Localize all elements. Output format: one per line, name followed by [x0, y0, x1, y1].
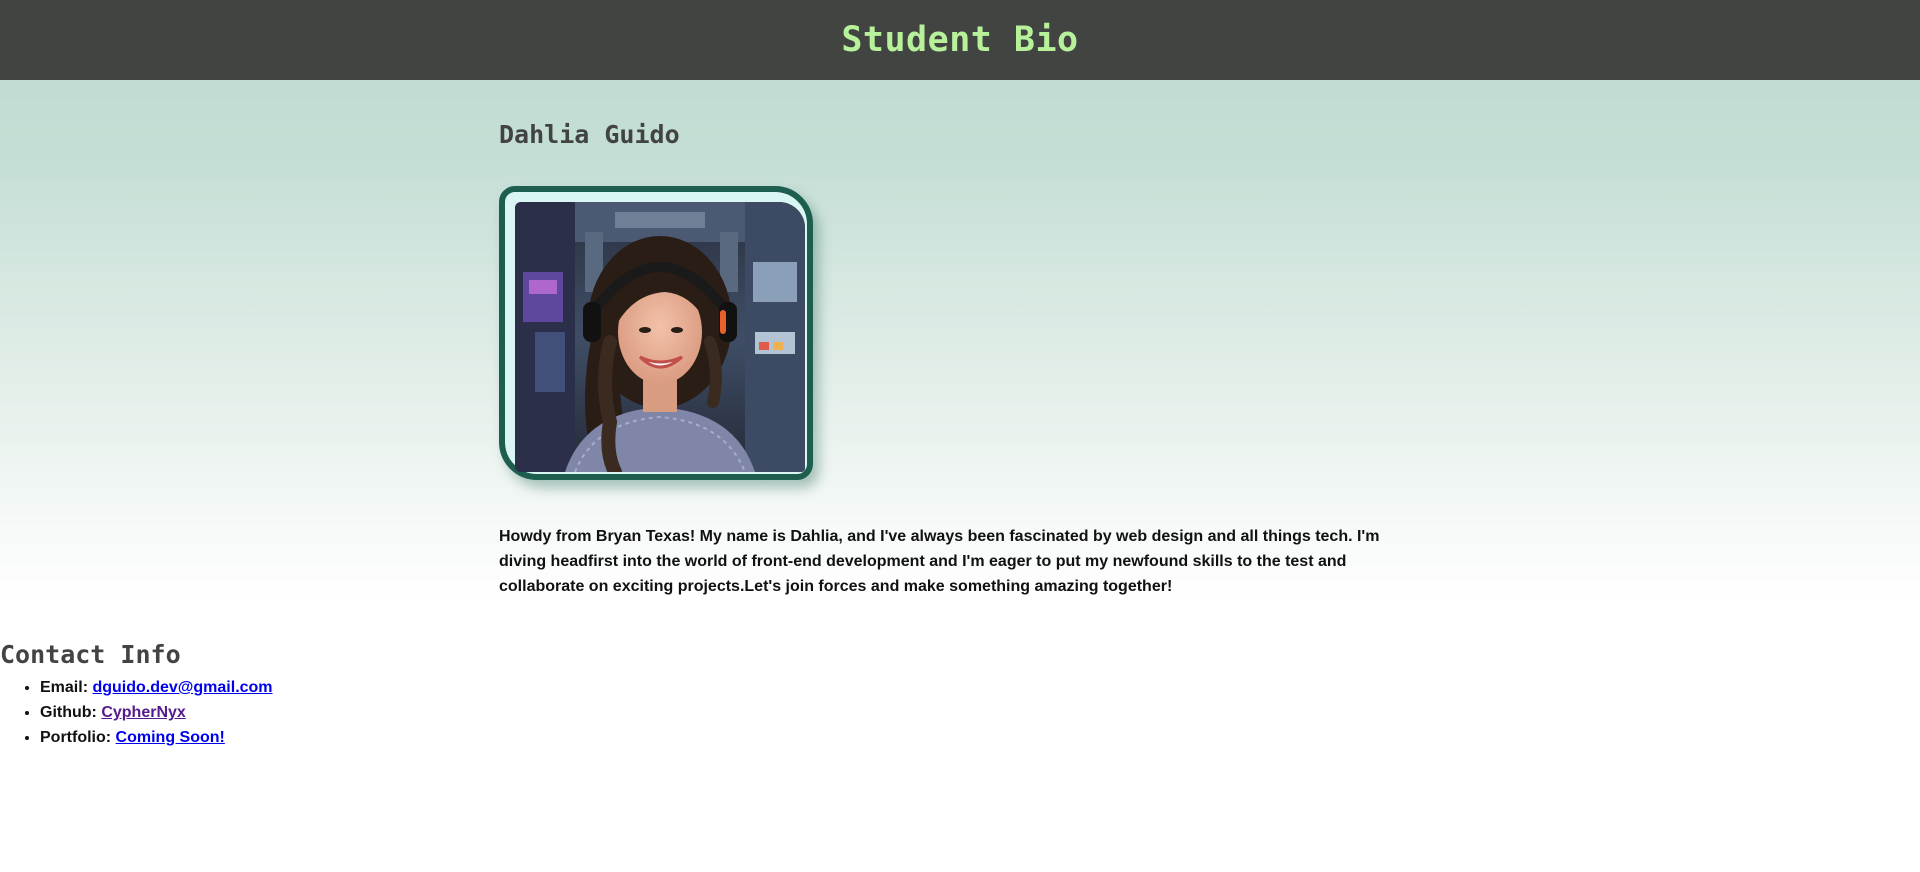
email-link[interactable]: dguido.dev@gmail.com: [92, 679, 272, 696]
page-title: Student Bio: [841, 20, 1079, 60]
profile-photo-frame: [499, 186, 813, 480]
page-header: Student Bio: [0, 0, 1920, 80]
github-label: Github:: [40, 704, 102, 721]
portfolio-label: Portfolio:: [40, 729, 116, 746]
contact-item-github: Github: CypherNyx: [40, 700, 273, 725]
contact-item-email: Email: dguido.dev@gmail.com: [40, 675, 273, 700]
email-label: Email:: [40, 679, 93, 696]
contact-list: Email: dguido.dev@gmail.com Github: Cyph…: [0, 675, 273, 750]
contact-item-portfolio: Portfolio: Coming Soon!: [40, 725, 273, 750]
bio-paragraph: Howdy from Bryan Texas! My name is Dahli…: [499, 528, 1380, 595]
contact-section: Contact Info Email: dguido.dev@gmail.com…: [0, 640, 273, 750]
profile-photo: [515, 202, 805, 472]
github-link[interactable]: CypherNyx: [101, 704, 185, 721]
contact-heading: Contact Info: [0, 640, 181, 669]
bio-section: Dahlia Guido Howdy from Bryan Texas! My …: [0, 80, 1920, 610]
student-name: Dahlia Guido: [499, 120, 680, 149]
portfolio-link[interactable]: Coming Soon!: [116, 729, 225, 746]
